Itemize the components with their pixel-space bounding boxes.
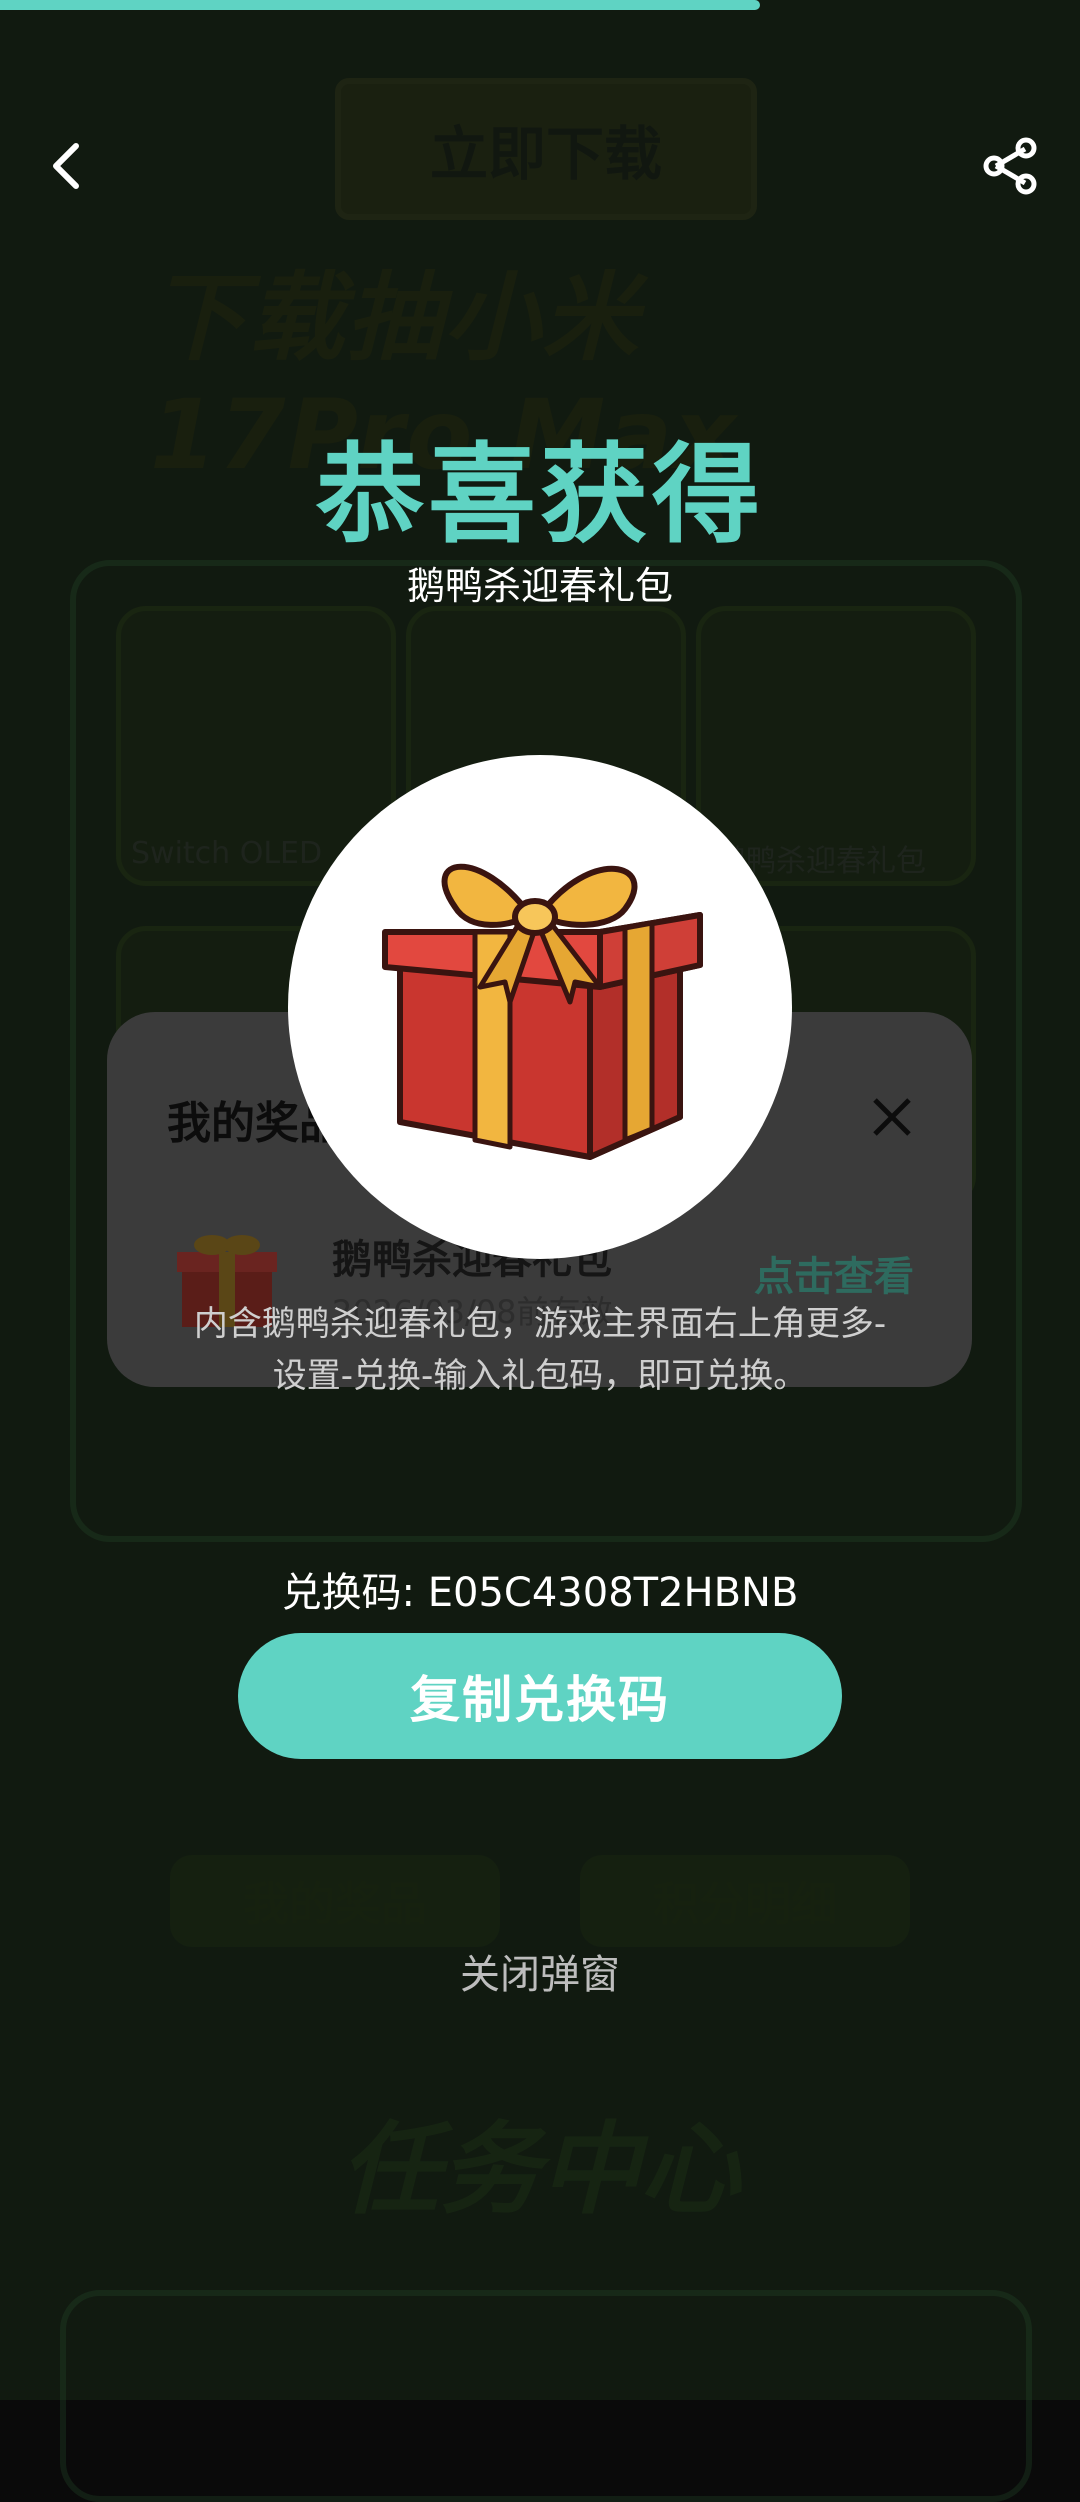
task-panel: [60, 2290, 1032, 2502]
page-load-progress: [0, 0, 760, 10]
gift-image: [288, 755, 792, 1259]
download-button: 立即下载: [335, 78, 757, 220]
gift-description: 内含鹅鸭杀迎春礼包，游戏主界面右上角更多-设置-兑换-输入礼包码，即可兑换。: [193, 1304, 887, 1396]
points-detail-button: 积分明细: [580, 1855, 910, 1947]
close-popup-link[interactable]: 关闭弹窗: [0, 1942, 1080, 2000]
share-icon: [983, 137, 1037, 195]
prize-card-label: Switch OLED: [131, 836, 323, 871]
popup-subtitle: 鹅鸭杀迎春礼包: [406, 564, 673, 608]
close-icon: [873, 1098, 911, 1136]
popup-title: 恭喜获得: [315, 433, 764, 558]
chevron-left-icon: [53, 143, 79, 189]
view-prize-link: 点击查看: [754, 1254, 914, 1300]
copy-code-button[interactable]: 复制兑换码: [238, 1633, 842, 1759]
my-prizes-button: 我的奖品: [170, 1855, 500, 1947]
back-button[interactable]: [42, 138, 92, 194]
gift-box-icon: [382, 863, 703, 1160]
task-center-banner: 任务中心: [340, 2110, 740, 2228]
share-button[interactable]: [980, 136, 1040, 196]
redeem-code: 兑换码: E05C4308T2HBNB: [281, 1570, 799, 1616]
